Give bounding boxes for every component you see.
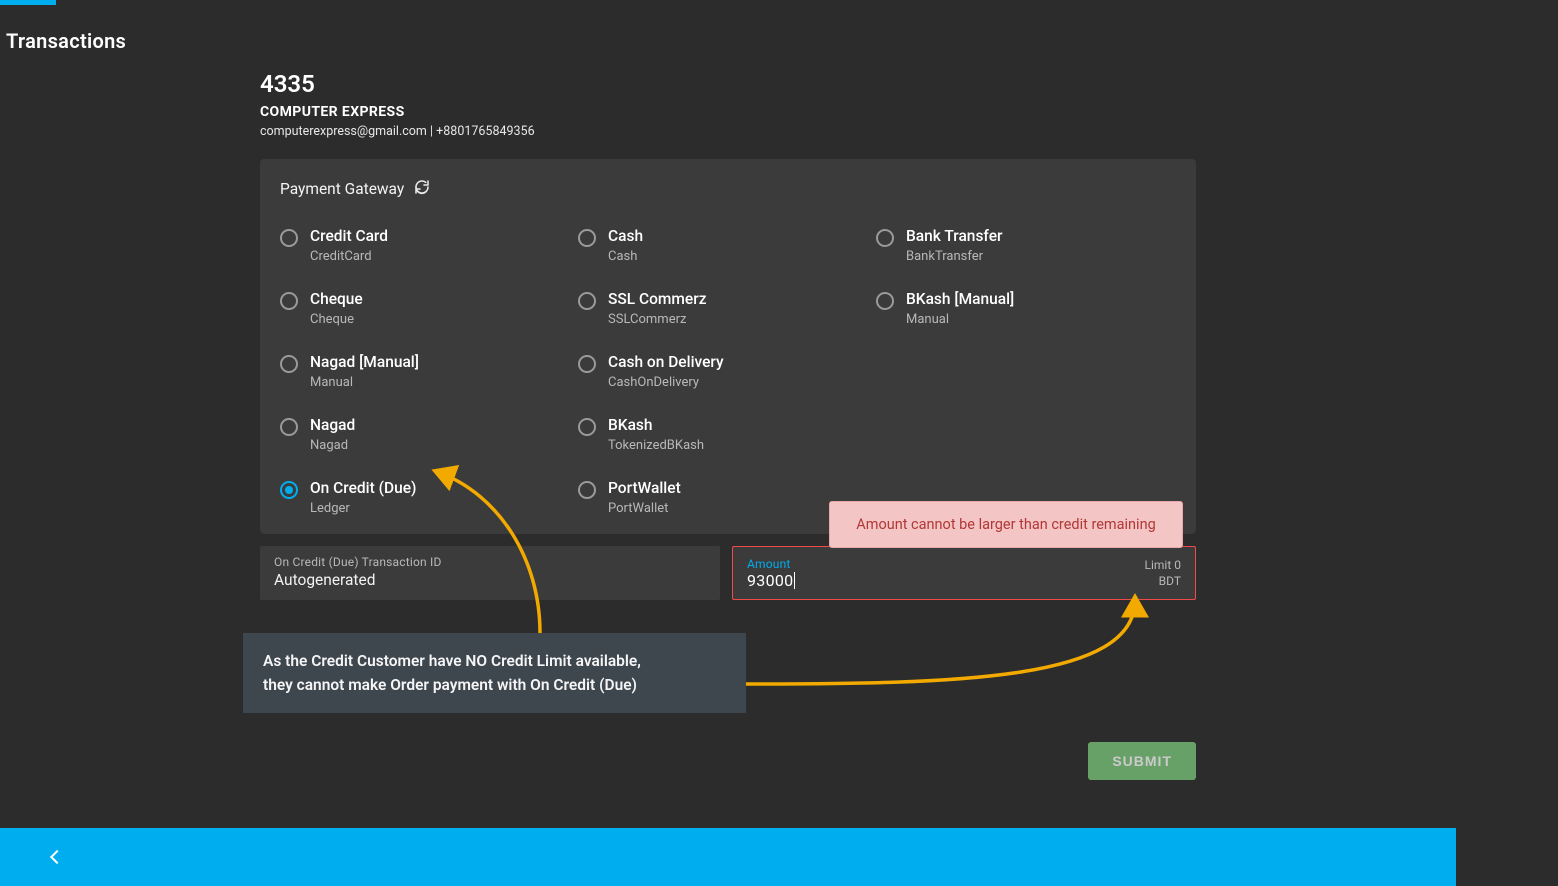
- payment-option[interactable]: Cheque Cheque: [280, 290, 578, 327]
- amount-limit-label: Limit 0: [1145, 558, 1181, 572]
- payment-option-sublabel: SSLCommerz: [608, 312, 707, 327]
- customer-email: computerexpress@gmail.com: [260, 124, 427, 139]
- annotation-line-2: they cannot make Order payment with On C…: [263, 673, 726, 697]
- amount-value: 93000: [747, 571, 793, 590]
- radio-icon: [280, 481, 298, 499]
- customer-contact: computerexpress@gmail.com | +88017658493…: [260, 124, 1196, 139]
- payment-option-label: Cash on Delivery: [608, 353, 724, 371]
- payment-option-sublabel: Ledger: [310, 501, 416, 516]
- customer-id: 4335: [260, 70, 1196, 98]
- payment-option-label: BKash [Manual]: [906, 290, 1014, 308]
- payment-option-label: PortWallet: [608, 479, 681, 497]
- payment-option[interactable]: SSL Commerz SSLCommerz: [578, 290, 876, 327]
- top-accent-strip: [0, 0, 56, 5]
- amount-limit-display: Limit 0 BDT: [1145, 558, 1181, 588]
- payment-option[interactable]: Bank Transfer BankTransfer: [876, 227, 1174, 264]
- panel-header: Payment Gateway: [280, 179, 1176, 199]
- customer-name: COMPUTER EXPRESS: [260, 104, 1196, 120]
- payment-option-sublabel: Manual: [906, 312, 1014, 327]
- payment-option-sublabel: CreditCard: [310, 249, 388, 264]
- payment-option-sublabel: TokenizedBKash: [608, 438, 704, 453]
- payment-option-sublabel: Cash: [608, 249, 643, 264]
- page-title: Transactions: [6, 29, 126, 53]
- amount-label: Amount: [747, 557, 1145, 571]
- submit-row: SUBMIT: [260, 742, 1196, 780]
- radio-icon: [280, 418, 298, 436]
- payment-option-sublabel: Cheque: [310, 312, 363, 327]
- transaction-id-value: Autogenerated: [274, 571, 706, 589]
- payment-option[interactable]: Nagad [Manual] Manual: [280, 353, 578, 390]
- payment-option-label: On Credit (Due): [310, 479, 416, 497]
- annotation-callout: As the Credit Customer have NO Credit Li…: [243, 633, 746, 713]
- transaction-id-label: On Credit (Due) Transaction ID: [274, 555, 706, 569]
- payment-option-label: Cash: [608, 227, 643, 245]
- radio-icon: [578, 292, 596, 310]
- payment-option[interactable]: BKash TokenizedBKash: [578, 416, 876, 453]
- annotation-line-1: As the Credit Customer have NO Credit Li…: [263, 649, 726, 673]
- panel-title: Payment Gateway: [280, 180, 404, 198]
- payment-option-sublabel: Nagad: [310, 438, 355, 453]
- payment-option-sublabel: Manual: [310, 375, 419, 390]
- payment-option[interactable]: On Credit (Due) Ledger: [280, 479, 578, 516]
- payment-option[interactable]: Nagad Nagad: [280, 416, 578, 453]
- customer-phone: +8801765849356: [436, 124, 534, 139]
- transaction-id-field: On Credit (Due) Transaction ID Autogener…: [260, 546, 720, 600]
- radio-icon: [578, 229, 596, 247]
- radio-icon: [578, 418, 596, 436]
- payment-option-sublabel: BankTransfer: [906, 249, 1003, 264]
- payment-option[interactable]: Cash on Delivery CashOnDelivery: [578, 353, 876, 390]
- payment-option-sublabel: CashOnDelivery: [608, 375, 724, 390]
- amount-error-message: Amount cannot be larger than credit rema…: [829, 501, 1183, 548]
- payment-option-label: Bank Transfer: [906, 227, 1003, 245]
- back-button[interactable]: [0, 828, 113, 886]
- radio-icon: [280, 229, 298, 247]
- refresh-icon[interactable]: [414, 179, 430, 199]
- payment-option-label: SSL Commerz: [608, 290, 707, 308]
- amount-field[interactable]: Amount cannot be larger than credit rema…: [732, 546, 1196, 600]
- payment-option-label: BKash: [608, 416, 704, 434]
- payment-option-label: Credit Card: [310, 227, 388, 245]
- radio-icon: [578, 355, 596, 373]
- payment-option-label: Nagad: [310, 416, 355, 434]
- payment-option-label: Cheque: [310, 290, 363, 308]
- radio-icon: [876, 292, 894, 310]
- payment-option[interactable]: Cash Cash: [578, 227, 876, 264]
- radio-icon: [578, 481, 596, 499]
- radio-icon: [876, 229, 894, 247]
- payment-option[interactable]: BKash [Manual] Manual: [876, 290, 1174, 327]
- payment-option-sublabel: PortWallet: [608, 501, 681, 516]
- payment-option[interactable]: Credit Card CreditCard: [280, 227, 578, 264]
- fields-row: On Credit (Due) Transaction ID Autogener…: [260, 546, 1196, 600]
- amount-currency: BDT: [1159, 574, 1181, 588]
- bottom-bar: [0, 828, 1456, 886]
- submit-button[interactable]: SUBMIT: [1088, 742, 1196, 780]
- payment-options-grid: Credit Card CreditCard Cheque Cheque Nagad […: [280, 227, 1176, 516]
- radio-icon: [280, 355, 298, 373]
- payment-option-label: Nagad [Manual]: [310, 353, 419, 371]
- payment-gateway-panel: Payment Gateway Credit Card CreditCard Che…: [260, 159, 1196, 534]
- chevron-left-icon: [49, 850, 63, 864]
- text-cursor: [794, 572, 795, 589]
- radio-icon: [280, 292, 298, 310]
